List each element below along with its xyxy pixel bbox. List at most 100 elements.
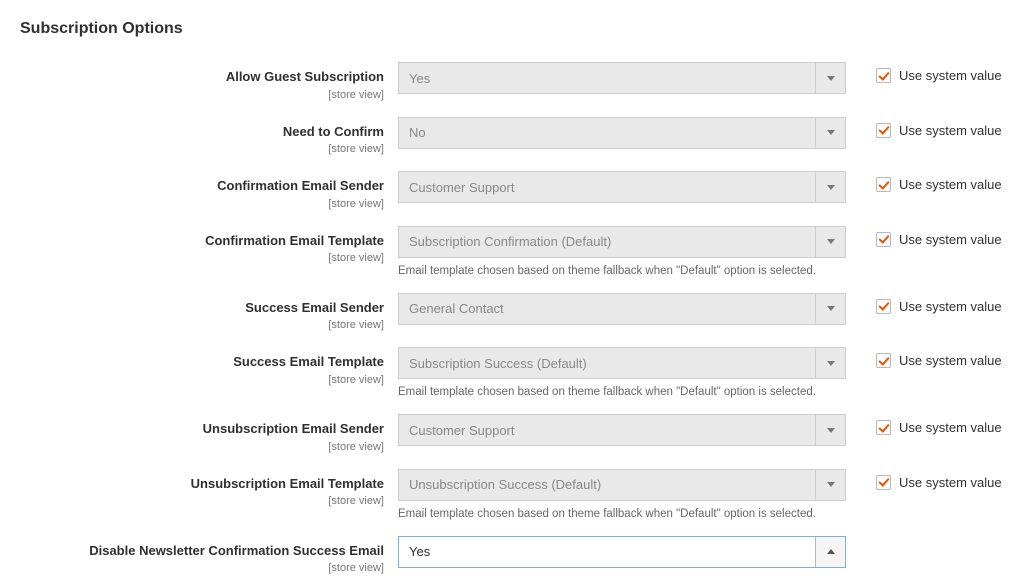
field-label: Success Email Sender bbox=[0, 300, 384, 316]
label-col: Success Email Sender [store view] bbox=[0, 293, 398, 334]
chevron-up-icon[interactable] bbox=[815, 537, 845, 567]
select-value: Yes bbox=[409, 71, 430, 86]
field-row-unsub_tpl: Unsubscription Email Template [store view… bbox=[0, 469, 1024, 522]
system-col: Use system value bbox=[846, 347, 1002, 368]
succ_sender-select: General Contact bbox=[398, 293, 846, 325]
use-system-checkbox[interactable] bbox=[876, 353, 891, 368]
scope-label: [store view] bbox=[328, 252, 384, 264]
field-note: Email template chosen based on theme fal… bbox=[398, 507, 846, 522]
field-note: Email template chosen based on theme fal… bbox=[398, 264, 846, 279]
select-value: Customer Support bbox=[409, 180, 515, 195]
field-label: Allow Guest Subscription bbox=[0, 69, 384, 85]
conf_tpl-select: Subscription Confirmation (Default) bbox=[398, 226, 846, 258]
use-system-label[interactable]: Use system value bbox=[899, 299, 1002, 314]
select-value: Unsubscription Success (Default) bbox=[409, 477, 601, 492]
field-label: Success Email Template bbox=[0, 354, 384, 370]
field-row-unsub_sender: Unsubscription Email Sender[store view] C… bbox=[0, 414, 1024, 455]
use-system-label[interactable]: Use system value bbox=[899, 353, 1002, 368]
scope-label: [store view] bbox=[328, 495, 384, 507]
select-value: Yes bbox=[409, 544, 430, 559]
chevron-down-icon bbox=[815, 294, 845, 324]
control-col: Yes bbox=[398, 536, 846, 568]
chevron-down-icon bbox=[815, 348, 845, 378]
field-row-allow_guest: Allow Guest Subscription [store view] Yes U… bbox=[0, 62, 1024, 103]
label-col: Success Email Template [store view] bbox=[0, 347, 398, 388]
control-col: Subscription Confirmation (Default) Email… bbox=[398, 226, 846, 279]
chevron-down-icon bbox=[815, 172, 845, 202]
field-row-conf_sender: Confirmation Email Sender [store view] Cus… bbox=[0, 171, 1024, 212]
control-col: Customer Support bbox=[398, 171, 846, 203]
control-col: Unsubscription Success (Default) Email te… bbox=[398, 469, 846, 522]
system-col: Use system value bbox=[846, 414, 1002, 435]
scope-label: [store view] bbox=[328, 562, 384, 574]
label-col: Need to Confirm [store view] bbox=[0, 117, 398, 158]
unsub_tpl-select: Unsubscription Success (Default) bbox=[398, 469, 846, 501]
use-system-label[interactable]: Use system value bbox=[899, 232, 1002, 247]
label-col: Unsubscription Email Template [store view… bbox=[0, 469, 398, 510]
field-label: Disable Newsletter Confirmation Success … bbox=[0, 543, 384, 559]
field-label: Unsubscription Email Sender bbox=[0, 421, 384, 437]
control-col: Subscription Success (Default) Email temp… bbox=[398, 347, 846, 400]
conf_sender-select: Customer Support bbox=[398, 171, 846, 203]
system-col bbox=[846, 536, 876, 542]
need_confirm-select: No bbox=[398, 117, 846, 149]
succ_tpl-select: Subscription Success (Default) bbox=[398, 347, 846, 379]
field-label: Need to Confirm bbox=[0, 124, 384, 140]
use-system-label[interactable]: Use system value bbox=[899, 68, 1002, 83]
unsub_sender-select: Customer Support bbox=[398, 414, 846, 446]
select-value: No bbox=[409, 125, 426, 140]
select-value: General Contact bbox=[409, 301, 504, 316]
system-col: Use system value bbox=[846, 293, 1002, 314]
field-note: Email template chosen based on theme fal… bbox=[398, 385, 846, 400]
disable_conf-select[interactable]: Yes bbox=[398, 536, 846, 568]
scope-label: [store view] bbox=[328, 89, 384, 101]
chevron-down-icon bbox=[815, 415, 845, 445]
use-system-label[interactable]: Use system value bbox=[899, 123, 1002, 138]
field-row-disable_conf: Disable Newsletter Confirmation Success … bbox=[0, 536, 1024, 577]
field-label: Unsubscription Email Template bbox=[0, 476, 384, 492]
use-system-label[interactable]: Use system value bbox=[899, 420, 1002, 435]
chevron-down-icon bbox=[815, 470, 845, 500]
field-label: Confirmation Email Template bbox=[0, 233, 384, 249]
scope-label: [store view] bbox=[328, 319, 384, 331]
scope-label: [store view] bbox=[328, 198, 384, 210]
use-system-checkbox[interactable] bbox=[876, 68, 891, 83]
system-col: Use system value bbox=[846, 117, 1002, 138]
use-system-label[interactable]: Use system value bbox=[899, 177, 1002, 192]
select-value: Subscription Confirmation (Default) bbox=[409, 234, 611, 249]
control-col: General Contact bbox=[398, 293, 846, 325]
field-row-succ_sender: Success Email Sender [store view] General … bbox=[0, 293, 1024, 334]
label-col: Allow Guest Subscription [store view] bbox=[0, 62, 398, 103]
form-area: Allow Guest Subscription [store view] Yes U… bbox=[0, 46, 1024, 576]
chevron-down-icon bbox=[815, 227, 845, 257]
use-system-checkbox[interactable] bbox=[876, 123, 891, 138]
field-row-conf_tpl: Confirmation Email Template [store view] S… bbox=[0, 226, 1024, 279]
field-row-succ_tpl: Success Email Template [store view] Subscr… bbox=[0, 347, 1024, 400]
select-value: Customer Support bbox=[409, 423, 515, 438]
use-system-checkbox[interactable] bbox=[876, 475, 891, 490]
field-label: Confirmation Email Sender bbox=[0, 178, 384, 194]
label-col: Disable Newsletter Confirmation Success … bbox=[0, 536, 398, 577]
label-col: Unsubscription Email Sender[store view] bbox=[0, 414, 398, 455]
system-col: Use system value bbox=[846, 62, 1002, 83]
label-col: Confirmation Email Template [store view] bbox=[0, 226, 398, 267]
label-col: Confirmation Email Sender [store view] bbox=[0, 171, 398, 212]
field-row-need_confirm: Need to Confirm [store view] No Use system … bbox=[0, 117, 1024, 158]
scope-label: [store view] bbox=[328, 143, 384, 155]
select-value: Subscription Success (Default) bbox=[409, 356, 587, 371]
system-col: Use system value bbox=[846, 469, 1002, 490]
use-system-label[interactable]: Use system value bbox=[899, 475, 1002, 490]
system-col: Use system value bbox=[846, 226, 1002, 247]
chevron-down-icon bbox=[815, 63, 845, 93]
use-system-checkbox[interactable] bbox=[876, 177, 891, 192]
control-col: Yes bbox=[398, 62, 846, 94]
use-system-checkbox[interactable] bbox=[876, 232, 891, 247]
control-col: Customer Support bbox=[398, 414, 846, 446]
scope-label: [store view] bbox=[328, 374, 384, 386]
use-system-checkbox[interactable] bbox=[876, 420, 891, 435]
chevron-down-icon bbox=[815, 118, 845, 148]
section-title: Subscription Options bbox=[0, 0, 1024, 46]
system-col: Use system value bbox=[846, 171, 1002, 192]
control-col: No bbox=[398, 117, 846, 149]
use-system-checkbox[interactable] bbox=[876, 299, 891, 314]
